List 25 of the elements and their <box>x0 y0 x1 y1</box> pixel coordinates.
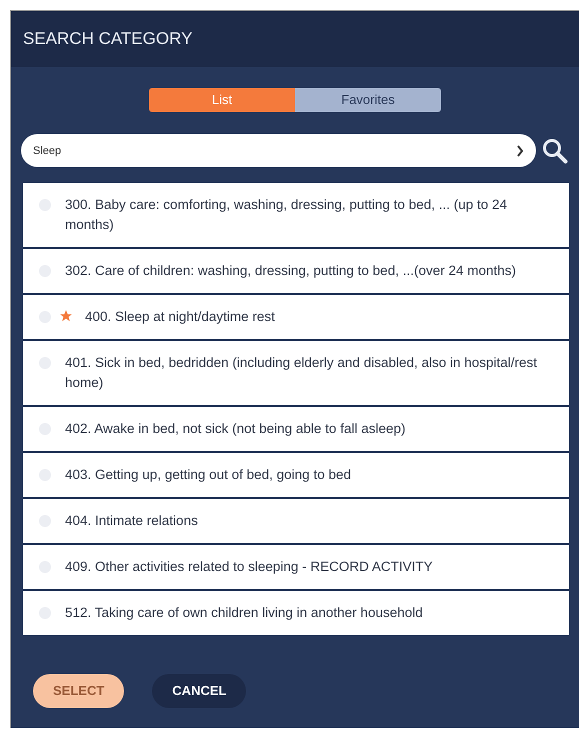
list-item[interactable]: 401. Sick in bed, bedridden (including elderly and disabled, also in hospital/rest home) <box>23 341 569 405</box>
category-label: 400. Sleep at night/daytime rest <box>85 308 275 326</box>
category-label: 512. Taking care of own children living in another household <box>65 604 423 622</box>
search-icon[interactable] <box>542 138 568 164</box>
list-item[interactable]: 409. Other activities related to sleeping - RECORD ACTIVITY <box>23 545 569 589</box>
category-label: 402. Awake in bed, not sick (not being able to fall asleep) <box>65 420 406 438</box>
list-item[interactable]: 404. Intimate relations <box>23 499 569 543</box>
tab[interactable]: Favorites <box>295 88 441 112</box>
list-item[interactable]: 512. Taking care of own children living in another household <box>23 591 569 635</box>
list-item[interactable]: 403. Getting up, getting out of bed, going to bed <box>23 453 569 497</box>
category-label: 302. Care of children: washing, dressing, putting to bed, ...(over 24 months) <box>65 262 516 280</box>
category-label: 409. Other activities related to sleeping - RECORD ACTIVITY <box>65 558 433 576</box>
list-item[interactable]: 400. Sleep at night/daytime rest <box>23 295 569 339</box>
list-item[interactable]: 402. Awake in bed, not sick (not being able to fall asleep) <box>23 407 569 451</box>
category-label: 403. Getting up, getting out of bed, going to bed <box>65 466 351 484</box>
list-item[interactable]: 300. Baby care: comforting, washing, dressing, putting to bed, ... (up to 24 months) <box>23 183 569 247</box>
category-label: 404. Intimate relations <box>65 512 198 530</box>
category-label: 401. Sick in bed, bedridden (including elderly and disabled, also in hospital/rest home) <box>65 354 538 392</box>
search-field[interactable]: Sleep <box>21 134 536 167</box>
dialog-title: SEARCH CATEGORY <box>23 28 192 50</box>
category-label: 300. Baby care: comforting, washing, dressing, putting to bed, ... (up to 24 months) <box>65 196 508 234</box>
list-item[interactable]: 302. Care of children: washing, dressing, putting to bed, ...(over 24 months) <box>23 249 569 293</box>
cancel-button[interactable]: CANCEL <box>152 674 246 708</box>
star-icon[interactable] <box>59 309 73 323</box>
chevron-right-icon <box>516 145 524 157</box>
